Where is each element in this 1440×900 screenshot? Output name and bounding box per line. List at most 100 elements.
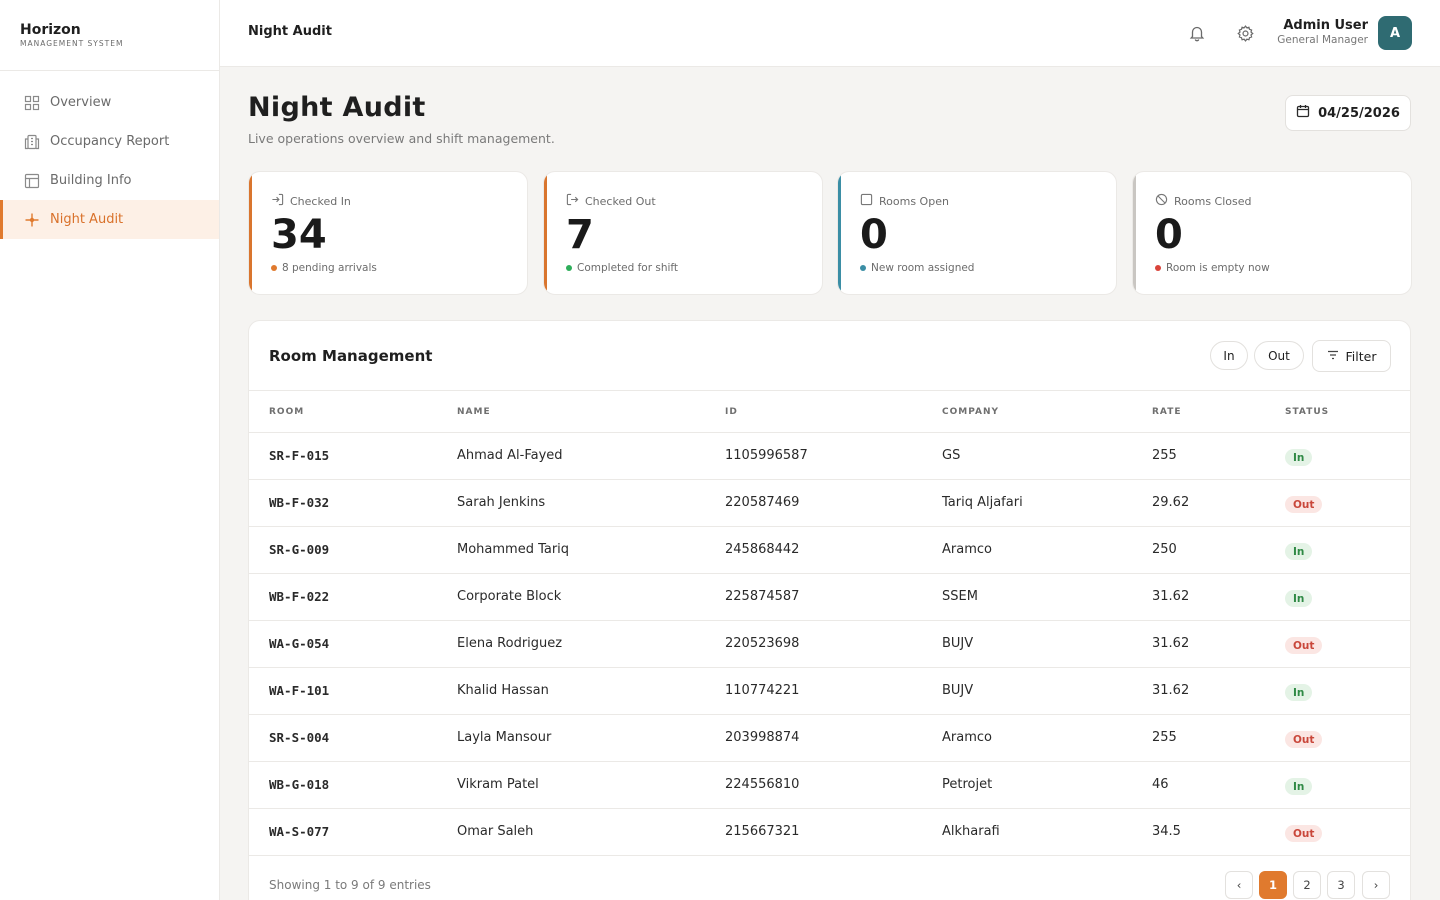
table-row[interactable]: WA-S-077 Omar Saleh 215667321 Alkharafi 34.5…: [249, 809, 1410, 856]
cell-guest-name: Vikram Patel: [457, 777, 539, 792]
cell-room: WA-F-101: [269, 683, 330, 698]
cell-room: SR-S-004: [269, 730, 330, 745]
gear-icon[interactable]: [1234, 22, 1256, 44]
stat-note-text: 8 pending arrivals: [282, 262, 377, 274]
stat-label: Rooms Closed: [1155, 193, 1252, 209]
table-row[interactable]: WB-F-022 Corporate Block 225874587 SSEM 31.6…: [249, 574, 1410, 621]
status-dot: [271, 265, 277, 271]
pagination-next-button[interactable]: ›: [1362, 871, 1390, 899]
column-header-status[interactable]: STATUS: [1285, 407, 1329, 417]
user-info[interactable]: Admin User General Manager: [1277, 18, 1368, 47]
cell-company: BUJV: [942, 683, 974, 698]
cell-room: WB-F-032: [269, 495, 330, 510]
table-row[interactable]: WB-G-018 Vikram Patel 224556810 Petrojet 46 I…: [249, 762, 1410, 809]
cell-guest-name: Elena Rodriguez: [457, 636, 563, 651]
column-header-room[interactable]: ROOM: [269, 407, 304, 417]
brand-subtitle: MANAGEMENT SYSTEM: [20, 39, 124, 48]
column-header-rate[interactable]: RATE: [1152, 407, 1181, 417]
sidebar-item-occupancy-report[interactable]: Occupancy Report: [0, 122, 219, 161]
cell-rate: 255: [1152, 730, 1177, 745]
status-badge: Out: [1285, 637, 1323, 654]
sidebar-item-night-audit[interactable]: Night Audit: [0, 200, 219, 239]
stat-card-checked-out: Checked Out 7 Completed for shift: [543, 171, 823, 295]
table-row[interactable]: SR-F-015 Ahmad Al-Fayed 1105996587 GS 255 In: [249, 433, 1410, 480]
user-role: General Manager: [1277, 34, 1368, 46]
cell-company: GS: [942, 448, 961, 463]
entries-summary: Showing 1 to 9 of 9 entries: [269, 878, 431, 892]
cell-guest-id: 225874587: [725, 589, 800, 604]
cell-guest-id: 220523698: [725, 636, 800, 651]
cell-company: Alkharafi: [942, 824, 1000, 839]
sparkle-icon: [24, 212, 40, 228]
toggle-out-button[interactable]: Out: [1254, 341, 1304, 370]
table-row[interactable]: WA-G-054 Elena Rodriguez 220523698 BUJV 31.6…: [249, 621, 1410, 668]
table-row[interactable]: SR-S-004 Layla Mansour 203998874 Aramco 255 O…: [249, 715, 1410, 762]
pagination-page-1[interactable]: 1: [1259, 871, 1287, 899]
cell-rate: 31.62: [1152, 589, 1190, 604]
stat-label: Checked Out: [566, 193, 656, 209]
logout-icon: [566, 193, 579, 209]
layout-icon: [24, 173, 40, 189]
cell-rate: 34.5: [1152, 824, 1181, 839]
cell-company: SSEM: [942, 589, 978, 604]
cell-room: SR-G-009: [269, 542, 330, 557]
status-badge: In: [1285, 449, 1313, 466]
cell-company: Tariq Aljafari: [942, 495, 1023, 510]
pagination-page-3[interactable]: 3: [1327, 871, 1355, 899]
cell-guest-id: 1105996587: [725, 448, 808, 463]
table-row[interactable]: WA-F-101 Khalid Hassan 110774221 BUJV 31.62 I…: [249, 668, 1410, 715]
cell-guest-name: Mohammed Tariq: [457, 542, 570, 557]
cell-rate: 31.62: [1152, 636, 1190, 651]
pagination-page-2[interactable]: 2: [1293, 871, 1321, 899]
avatar[interactable]: A: [1378, 16, 1412, 50]
calendar-icon: [1296, 104, 1310, 122]
building-stack-icon: [24, 134, 40, 150]
cell-guest-name: Corporate Block: [457, 589, 562, 604]
sidebar-item-overview[interactable]: Overview: [0, 83, 219, 122]
cell-room: WA-S-077: [269, 824, 330, 839]
date-value: 04/25/2026: [1318, 105, 1400, 121]
table-row[interactable]: SR-G-009 Mohammed Tariq 245868442 Aramco 250…: [249, 527, 1410, 574]
column-header-company[interactable]: COMPANY: [942, 407, 999, 417]
stat-value: 34: [271, 212, 327, 258]
table-row[interactable]: WB-F-032 Sarah Jenkins 220587469 Tariq Alja…: [249, 480, 1410, 527]
column-header-id[interactable]: ID: [725, 407, 738, 417]
bell-icon[interactable]: [1186, 22, 1208, 44]
grid-icon: [24, 95, 40, 111]
stat-label-text: Checked Out: [585, 194, 656, 208]
status-badge: Out: [1285, 496, 1323, 513]
sidebar-item-label: Occupancy Report: [50, 134, 170, 149]
cell-rate: 255: [1152, 448, 1177, 463]
page-title: Night Audit: [248, 92, 426, 123]
pagination-prev-button[interactable]: ‹: [1225, 871, 1253, 899]
cell-guest-name: Khalid Hassan: [457, 683, 549, 698]
sidebar-item-building-info[interactable]: Building Info: [0, 161, 219, 200]
cell-guest-name: Layla Mansour: [457, 730, 552, 745]
topbar-title: Night Audit: [248, 24, 332, 39]
stat-label: Checked In: [271, 193, 351, 209]
stat-label: Rooms Open: [860, 193, 949, 209]
brand-name: Horizon: [20, 22, 81, 38]
user-name: Admin User: [1283, 18, 1368, 33]
cell-rate: 46: [1152, 777, 1169, 792]
cell-guest-name: Omar Saleh: [457, 824, 534, 839]
column-header-name[interactable]: NAME: [457, 407, 491, 417]
stat-note: Completed for shift: [566, 262, 678, 274]
cell-rate: 29.62: [1152, 495, 1190, 510]
cell-company: BUJV: [942, 636, 974, 651]
stat-note: 8 pending arrivals: [271, 262, 377, 274]
sidebar-item-label: Night Audit: [50, 212, 124, 227]
stat-value: 7: [566, 212, 594, 258]
toggle-in-button[interactable]: In: [1210, 341, 1248, 370]
filter-label: Filter: [1345, 348, 1377, 364]
filter-button[interactable]: Filter: [1312, 340, 1391, 372]
cell-guest-id: 215667321: [725, 824, 800, 839]
cell-company: Petrojet: [942, 777, 993, 792]
stat-card-checked-in: Checked In 34 8 pending arrivals: [248, 171, 528, 295]
stat-label-text: Rooms Open: [879, 194, 949, 208]
status-badge: Out: [1285, 825, 1323, 842]
date-picker-button[interactable]: 04/25/2026: [1285, 95, 1411, 131]
status-badge: In: [1285, 778, 1313, 795]
cell-guest-id: 245868442: [725, 542, 800, 557]
status-dot: [566, 265, 572, 271]
